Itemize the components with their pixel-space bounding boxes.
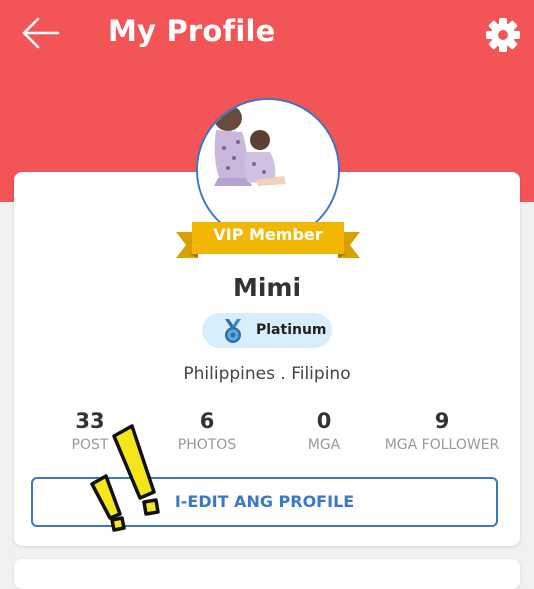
stat-value: 6 bbox=[199, 409, 215, 433]
stat-label: PHOTOS bbox=[177, 437, 237, 453]
page-title: My Profile bbox=[108, 14, 276, 48]
tier-label: Platinum bbox=[256, 322, 327, 338]
stat-label: MGA bbox=[307, 437, 341, 453]
location-text: Philippines . Filipino bbox=[183, 364, 351, 384]
stat-value: 9 bbox=[434, 409, 450, 433]
arrow-left-icon[interactable] bbox=[18, 14, 62, 52]
stat-label: MGA FOLLOWER bbox=[384, 437, 500, 453]
medal-icon bbox=[225, 319, 241, 343]
gear-icon[interactable] bbox=[484, 16, 522, 54]
exclamation-marks-icon bbox=[90, 424, 160, 532]
vip-member-label: VIP Member bbox=[213, 225, 323, 244]
stat-mga[interactable]: 0 MGA bbox=[284, 408, 364, 455]
stat-value: 0 bbox=[316, 409, 332, 433]
profile-name: Mimi bbox=[232, 273, 302, 302]
stat-photos[interactable]: 6 PHOTOS bbox=[162, 408, 252, 455]
stat-followers[interactable]: 9 MGA FOLLOWER bbox=[382, 408, 502, 455]
tier-badge[interactable]: Platinum bbox=[202, 313, 332, 348]
secondary-card bbox=[14, 559, 520, 589]
